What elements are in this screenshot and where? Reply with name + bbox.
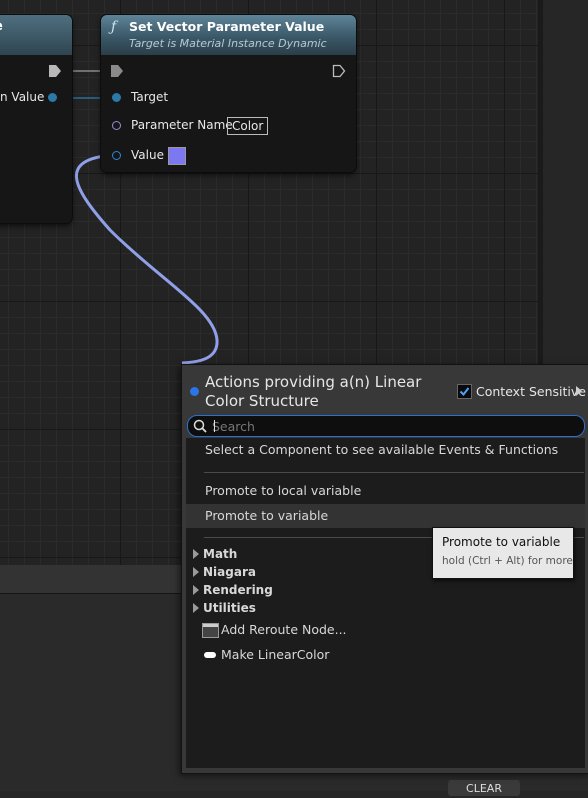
menu-item-label: Make LinearColor [221, 647, 330, 662]
category-label: Niagara [203, 565, 256, 579]
checkmark-icon [459, 387, 470, 397]
target-pin-label: Target [131, 90, 169, 104]
make-linearcolor-item[interactable]: Make LinearColor [186, 643, 585, 667]
left-node-header: e [0, 15, 72, 55]
node-header: ƒ Set Vector Parameter Value Target is M… [101, 15, 356, 55]
clear-button[interactable]: CLEAR [448, 780, 520, 796]
category-label: Utilities [203, 601, 256, 615]
category-label: Rendering [203, 583, 273, 597]
expand-arrow-icon [193, 603, 199, 613]
exec-out-pin-icon[interactable] [332, 64, 346, 78]
parameter-name-pin-label: Parameter Name [131, 118, 233, 132]
add-reroute-node-item[interactable]: Add Reroute Node... [186, 618, 585, 642]
left-node-pin-label: n Value [0, 90, 45, 104]
component-hint: Select a Component to see available Even… [186, 438, 585, 462]
value-color-swatch[interactable] [168, 147, 186, 165]
context-sensitive-checkbox[interactable] [457, 384, 472, 399]
value-pin-icon[interactable] [112, 151, 121, 160]
struct-pin-icon [204, 652, 216, 658]
menu-item-label: Promote to variable [205, 508, 329, 523]
tooltip-title: Promote to variable [442, 535, 561, 549]
chevron-right-icon[interactable] [576, 386, 582, 396]
category-label: Math [203, 547, 238, 561]
expand-arrow-icon [193, 567, 199, 577]
target-pin-icon[interactable] [112, 93, 121, 102]
action-menu-title: Actions providing a(n) Linear Color Stru… [205, 373, 422, 410]
context-sensitive-label: Context Sensitive [476, 384, 586, 399]
value-pin-label: Value [131, 148, 164, 162]
promote-to-variable-item[interactable]: Promote to variable [186, 504, 585, 528]
left-node-value-pin-icon[interactable] [48, 93, 57, 102]
search-icon [193, 419, 207, 433]
left-node[interactable]: e n Value [0, 15, 72, 223]
tooltip-hint: hold (Ctrl + Alt) for more [442, 555, 573, 567]
search-input[interactable] [212, 417, 572, 435]
exec-in-pin-icon[interactable] [110, 64, 124, 78]
menu-item-label: Add Reroute Node... [221, 622, 347, 637]
expand-arrow-icon [193, 549, 199, 559]
promote-to-local-variable-item[interactable]: Promote to local variable [186, 479, 585, 503]
expand-arrow-icon [193, 585, 199, 595]
parameter-name-pin-icon[interactable] [112, 121, 121, 130]
component-hint-label: Select a Component to see available Even… [205, 442, 559, 457]
parameter-name-field[interactable]: Color [227, 117, 269, 135]
search-field[interactable] [187, 415, 585, 437]
exec-out-pin-icon[interactable] [48, 64, 62, 78]
text-caret [214, 420, 215, 432]
node-title: Set Vector Parameter Value [129, 19, 325, 34]
action-list[interactable]: Select a Component to see available Even… [186, 438, 585, 768]
node-subtitle: Target is Material Instance Dynamic [129, 37, 327, 50]
struct-pin-icon [190, 387, 199, 396]
left-node-title: e [0, 19, 3, 34]
set-vector-parameter-node[interactable]: ƒ Set Vector Parameter Value Target is M… [101, 15, 356, 172]
function-icon: ƒ [111, 19, 117, 35]
menu-item-label: Promote to local variable [205, 483, 362, 498]
separator [204, 472, 584, 473]
reroute-node-icon [202, 623, 219, 638]
bottom-panel-tabbar [0, 565, 181, 594]
tooltip: Promote to variable hold (Ctrl + Alt) fo… [432, 527, 574, 579]
